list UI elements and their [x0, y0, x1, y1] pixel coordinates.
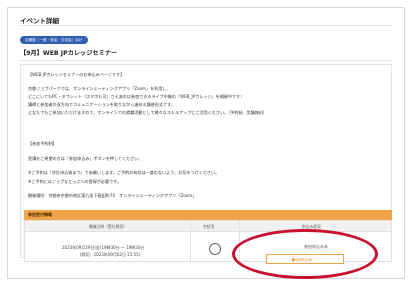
highlight-circle-annotation: [232, 229, 378, 279]
column-header-select: 空状況: [203, 224, 215, 229]
event-title: 【9月】WEB JPカレッジセミナー: [20, 50, 118, 57]
divider: [20, 25, 392, 26]
session-date: 2023年09月29日(金)19時30分 〜 19時30分: [62, 245, 145, 250]
category-tag: 京都館（一般・参加・交流会）向け: [20, 36, 88, 44]
description-line: 講師と参加者の双方向でコミュニケーションを取りながら進める講座形式です。: [28, 102, 175, 107]
description-line: どなたでもご参加いただけますので、オンラインでの就職活動として様々なスキルアップ…: [28, 110, 268, 115]
note-line: ※ご予約は「合計申込者まで」であ願いします。ご予約の有効は一度のないよう、お気を…: [28, 170, 220, 175]
registration-header: 参加受付情報: [24, 210, 392, 220]
section-title: イベント詳細: [20, 17, 59, 25]
registration-header-label: 参加受付情報: [28, 212, 52, 217]
venue-line: 開催場所：京都府京都市南区東九条下殿田町70 オンラインミーティングアプリ「Zo…: [28, 193, 197, 198]
description-heading: 【WEB JPカレッジセミナーのお申込みページです】: [28, 72, 125, 77]
session-select-radio[interactable]: [209, 243, 221, 255]
booking-heading: 【参加予約制】: [28, 141, 57, 146]
column-header-date: 開催日時（受付締切）: [89, 224, 127, 229]
description-line: どこにいてもPC・タブレット（スマホも可）さえあれば参加できるライブ中継の「WE…: [28, 94, 245, 99]
table-header-row: 開催日時（受付締切） 空状況 申込み状況: [25, 221, 391, 232]
session-deadline: (締切：2023年09月02日 23:55): [80, 252, 141, 257]
divider: [20, 60, 392, 61]
booking-line: 受講をご希望の方は「参加申込み」ボタンを押してください。: [28, 156, 143, 161]
note-line: ※ご予約にはジョブなとっぷへの登録が必要です。: [28, 179, 121, 184]
description-line: 京都ジョブパークでは、オンラインミーティングアプリ「Zoom」を利用し、: [28, 86, 171, 91]
column-divider: [190, 221, 191, 261]
